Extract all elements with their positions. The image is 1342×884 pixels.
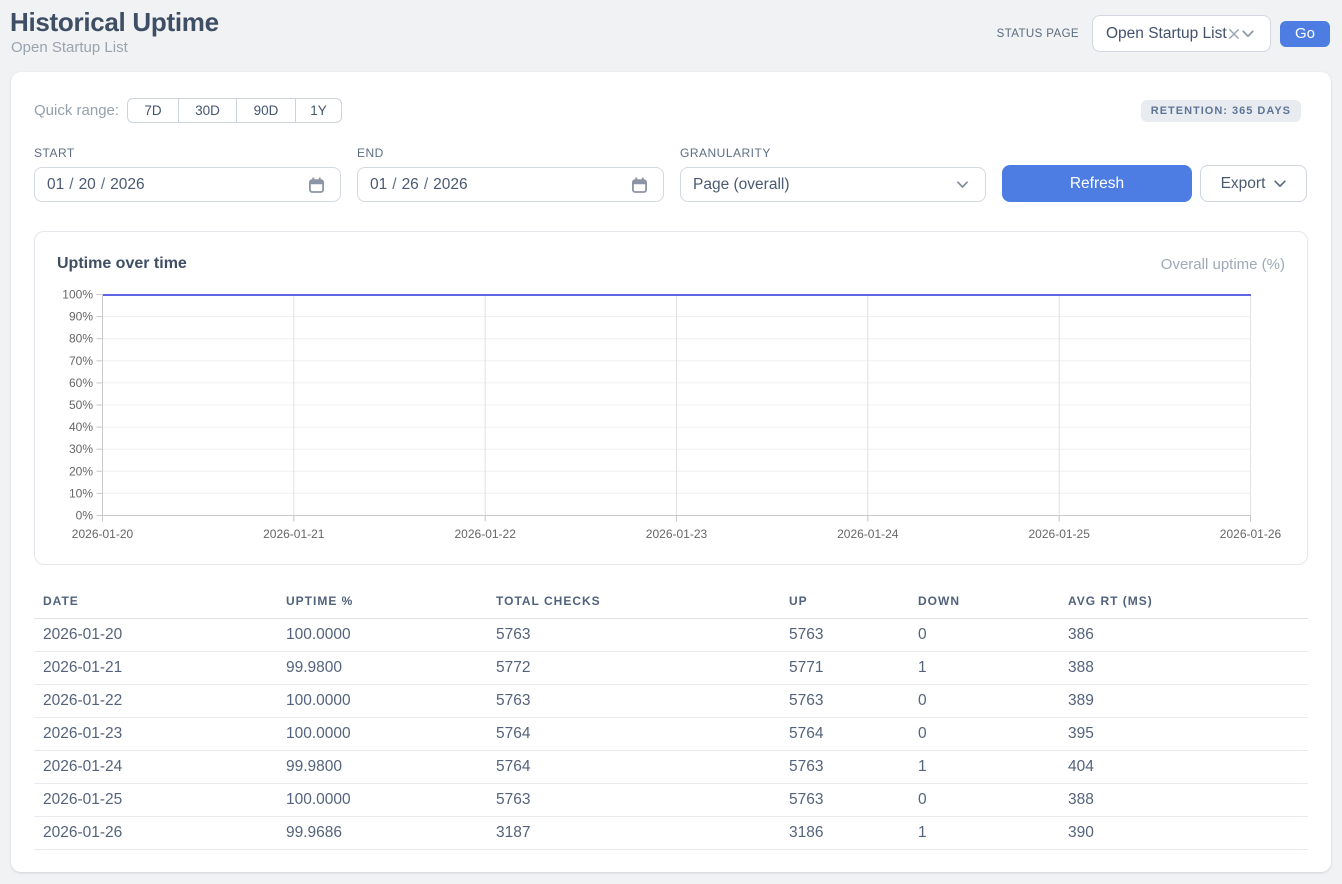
svg-text:2026-01-24: 2026-01-24 xyxy=(837,527,899,541)
svg-text:2026-01-20: 2026-01-20 xyxy=(72,527,134,541)
svg-text:90%: 90% xyxy=(69,310,93,324)
svg-text:100%: 100% xyxy=(62,288,93,302)
svg-text:0%: 0% xyxy=(76,509,94,523)
svg-text:30%: 30% xyxy=(69,442,93,456)
svg-text:20%: 20% xyxy=(69,464,93,478)
svg-text:60%: 60% xyxy=(69,376,93,390)
svg-text:40%: 40% xyxy=(69,420,93,434)
svg-text:2026-01-22: 2026-01-22 xyxy=(455,527,517,541)
svg-text:70%: 70% xyxy=(69,354,93,368)
svg-text:10%: 10% xyxy=(69,486,93,500)
svg-text:2026-01-26: 2026-01-26 xyxy=(1220,527,1282,541)
svg-text:50%: 50% xyxy=(69,398,93,412)
svg-text:80%: 80% xyxy=(69,332,93,346)
svg-text:2026-01-25: 2026-01-25 xyxy=(1029,527,1091,541)
svg-text:2026-01-21: 2026-01-21 xyxy=(263,527,325,541)
svg-text:2026-01-23: 2026-01-23 xyxy=(646,527,708,541)
